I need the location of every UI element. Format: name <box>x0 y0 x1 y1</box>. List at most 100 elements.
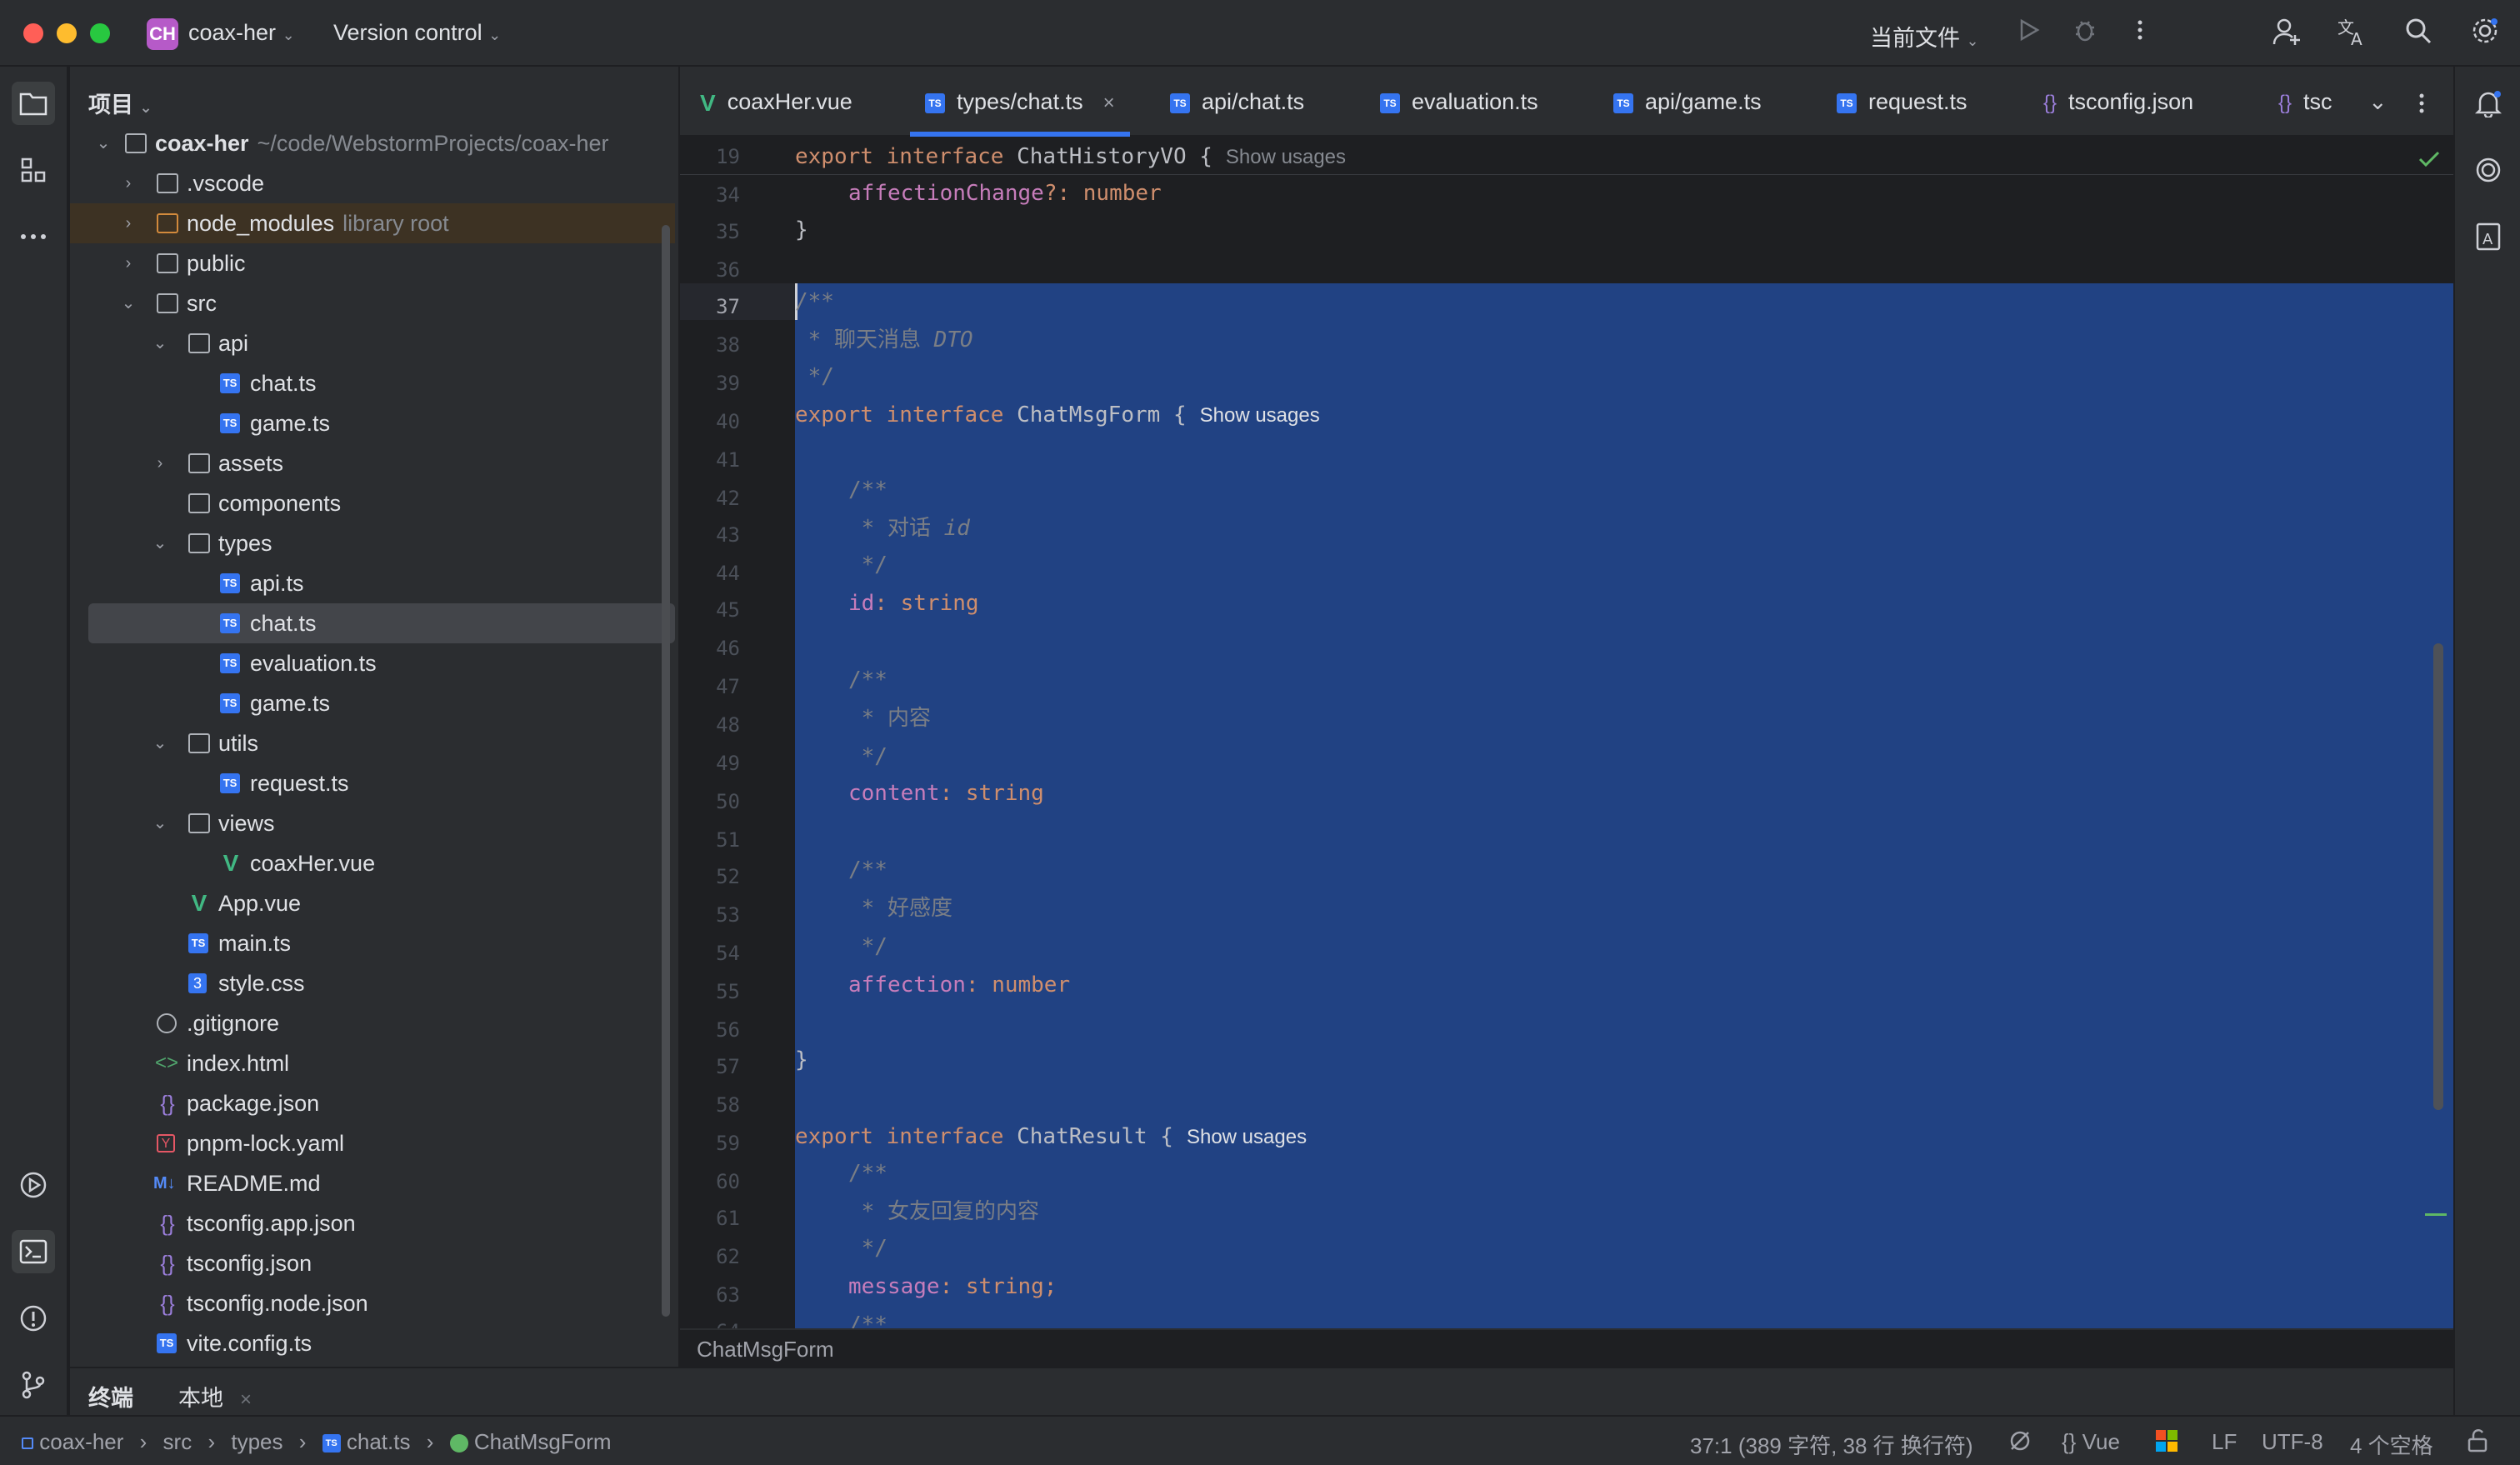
project-selector[interactable]: coax-her ⌄ <box>188 20 295 46</box>
ts-file-icon: TS <box>188 933 208 953</box>
run-button[interactable] <box>2012 17 2045 50</box>
tree-item-node-modules[interactable]: › node_modules library root <box>70 203 675 243</box>
crumb-src[interactable]: src <box>163 1429 192 1454</box>
minimize-window-button[interactable] <box>57 23 77 43</box>
search-everywhere-button[interactable] <box>2402 17 2435 50</box>
tree-item-vite-config[interactable]: TS vite.config.ts <box>70 1323 675 1363</box>
crumb-symbol[interactable]: ChatMsgForm <box>474 1429 612 1454</box>
tree-item-tsconfig-node[interactable]: {} tsconfig.node.json <box>70 1283 675 1323</box>
tree-item-tsconfig-app[interactable]: {} tsconfig.app.json <box>70 1203 675 1243</box>
tab-tsc-truncated[interactable]: {} tsc <box>2278 67 2352 137</box>
show-usages-link[interactable]: Show usages <box>1200 404 1320 427</box>
chevron-down-icon: ⌄ <box>152 734 168 752</box>
tab-types-chat-ts[interactable]: TS types/chat.ts × <box>910 67 1130 137</box>
terminal-tool-button[interactable] <box>12 1230 55 1273</box>
tree-item-types-api-ts[interactable]: TS api.ts <box>70 563 675 603</box>
tree-item-api-game-ts[interactable]: TS game.ts <box>70 403 675 443</box>
tree-item-main-ts[interactable]: TS main.ts <box>70 923 675 963</box>
tree-item-package-json[interactable]: {} package.json <box>70 1083 675 1123</box>
language-selector[interactable]: {} Vue <box>2062 1429 2120 1455</box>
settings-button[interactable] <box>2468 17 2502 50</box>
tree-item-public[interactable]: › public <box>70 243 675 283</box>
tree-item-types[interactable]: ⌄ types <box>70 523 675 563</box>
run-tool-button[interactable] <box>12 1163 55 1207</box>
tab-more-button[interactable] <box>2413 67 2430 137</box>
translate-button[interactable]: 文A <box>2335 17 2368 50</box>
terminal-title[interactable]: 终端 <box>88 1380 133 1412</box>
more-actions-button[interactable] <box>2123 17 2157 50</box>
debug-button[interactable] <box>2068 17 2102 50</box>
tree-item-readme[interactable]: M↓ README.md <box>70 1163 675 1203</box>
crumb-types[interactable]: types <box>231 1429 282 1454</box>
tree-item-components[interactable]: components <box>70 483 675 523</box>
caret-position[interactable]: 37:1 (389 字符, 38 行 换行符) <box>1690 1429 1973 1460</box>
tree-item-views[interactable]: ⌄ views <box>70 803 675 843</box>
root-name: coax-her <box>155 131 249 156</box>
close-tab-icon[interactable]: × <box>1103 92 1115 114</box>
tree-item-utils[interactable]: ⌄ utils <box>70 723 675 763</box>
tab-api-chat-ts[interactable]: TS api/chat.ts <box>1170 67 1304 137</box>
project-badge[interactable]: CH <box>147 18 178 50</box>
tab-request-ts[interactable]: TS request.ts <box>1837 67 1968 137</box>
readonly-toggle[interactable] <box>2467 1429 2488 1458</box>
project-tool-button[interactable] <box>12 82 55 125</box>
tree-item-assets[interactable]: › assets <box>70 443 675 483</box>
tree-item-src[interactable]: ⌄ src <box>70 283 675 323</box>
tree-item-style-css[interactable]: 3 style.css <box>70 963 675 1003</box>
chevron-down-icon: ⌄ <box>152 334 168 352</box>
tree-item-types-game-ts[interactable]: TS game.ts <box>70 683 675 723</box>
code-token: ChatHistoryVO { <box>1017 144 1212 169</box>
editor-scrollbar[interactable] <box>2433 643 2443 1110</box>
maximize-window-button[interactable] <box>90 23 110 43</box>
power-save-button[interactable] <box>2008 1429 2032 1458</box>
more-tools-button[interactable] <box>12 215 55 258</box>
add-user-button[interactable] <box>2270 17 2303 50</box>
tree-item-vscode[interactable]: › .vscode <box>70 163 675 203</box>
tab-coaxher-vue[interactable]: VcoaxHer.vue <box>700 67 852 137</box>
tree-item-types-chat-ts[interactable]: TS chat.ts <box>88 603 675 643</box>
notifications-button[interactable] <box>2467 82 2510 125</box>
tree-item-coaxher-vue[interactable]: V coaxHer.vue <box>70 843 675 883</box>
crumb-project[interactable]: coax-her <box>39 1429 123 1454</box>
tab-tsconfig-json[interactable]: {} tsconfig.json <box>2043 67 2193 137</box>
encoding-selector[interactable]: UTF-8 <box>2262 1429 2323 1455</box>
code-editor[interactable]: affectionChange?: number } /** * 聊天消息 DT… <box>795 138 2453 1328</box>
structure-tool-button[interactable] <box>12 148 55 192</box>
crumb-file[interactable]: chat.ts <box>347 1429 411 1454</box>
close-window-button[interactable] <box>23 23 43 43</box>
tree-item-request-ts[interactable]: TS request.ts <box>70 763 675 803</box>
tree-item-tsconfig[interactable]: {} tsconfig.json <box>70 1243 675 1283</box>
project-panel-title[interactable]: 项目 ⌄ <box>88 87 152 119</box>
line-number: 56 <box>716 1018 740 1042</box>
tree-item-api-chat-ts[interactable]: TS chat.ts <box>70 363 675 403</box>
indent-selector[interactable]: 4 个空格 <box>2350 1429 2433 1460</box>
vcs-selector[interactable]: Version control ⌄ <box>333 20 501 46</box>
tree-item-index-html[interactable]: <> index.html <box>70 1043 675 1083</box>
editor-breadcrumb[interactable]: ChatMsgForm <box>697 1337 834 1362</box>
run-config-selector[interactable]: 当前文件 ⌄ <box>1870 20 1979 52</box>
tree-item-app-vue[interactable]: V App.vue <box>70 883 675 923</box>
terminal-tab-bar: 终端 本地 × <box>70 1367 2453 1415</box>
tree-item-api-folder[interactable]: ⌄ api <box>70 323 675 363</box>
ai-assistant-button[interactable] <box>2467 148 2510 192</box>
tab-list-dropdown[interactable]: ⌄ <box>2368 67 2388 137</box>
project-scrollbar[interactable] <box>662 225 670 1317</box>
sticky-scroll-header[interactable]: export interface ChatHistoryVO {Show usa… <box>795 138 2453 175</box>
git-tool-button[interactable] <box>12 1363 55 1407</box>
tab-evaluation-ts[interactable]: TS evaluation.ts <box>1380 67 1538 137</box>
problems-tool-button[interactable] <box>12 1297 55 1340</box>
line-ending-selector[interactable]: LF <box>2212 1429 2237 1455</box>
windows-icon-button[interactable] <box>2155 1429 2178 1458</box>
chevron-right-icon: › <box>426 1429 434 1454</box>
tree-item-root[interactable]: ⌄ coax-her ~/code/WebstormProjects/coax-h… <box>70 123 675 163</box>
show-usages-link[interactable]: Show usages <box>1187 1126 1307 1148</box>
close-tab-icon[interactable]: × <box>240 1388 252 1411</box>
terminal-tab-local[interactable]: 本地 × <box>178 1380 252 1412</box>
tree-item-pnpm-lock[interactable]: Y pnpm-lock.yaml <box>70 1123 675 1163</box>
show-usages-link[interactable]: Show usages <box>1226 146 1346 168</box>
chevron-down-icon: ⌄ <box>282 27 295 43</box>
tab-api-game-ts[interactable]: TS api/game.ts <box>1613 67 1762 137</box>
tree-item-evaluation-ts[interactable]: TS evaluation.ts <box>70 643 675 683</box>
tree-item-gitignore[interactable]: .gitignore <box>70 1003 675 1043</box>
font-tool-button[interactable]: A <box>2467 215 2510 258</box>
